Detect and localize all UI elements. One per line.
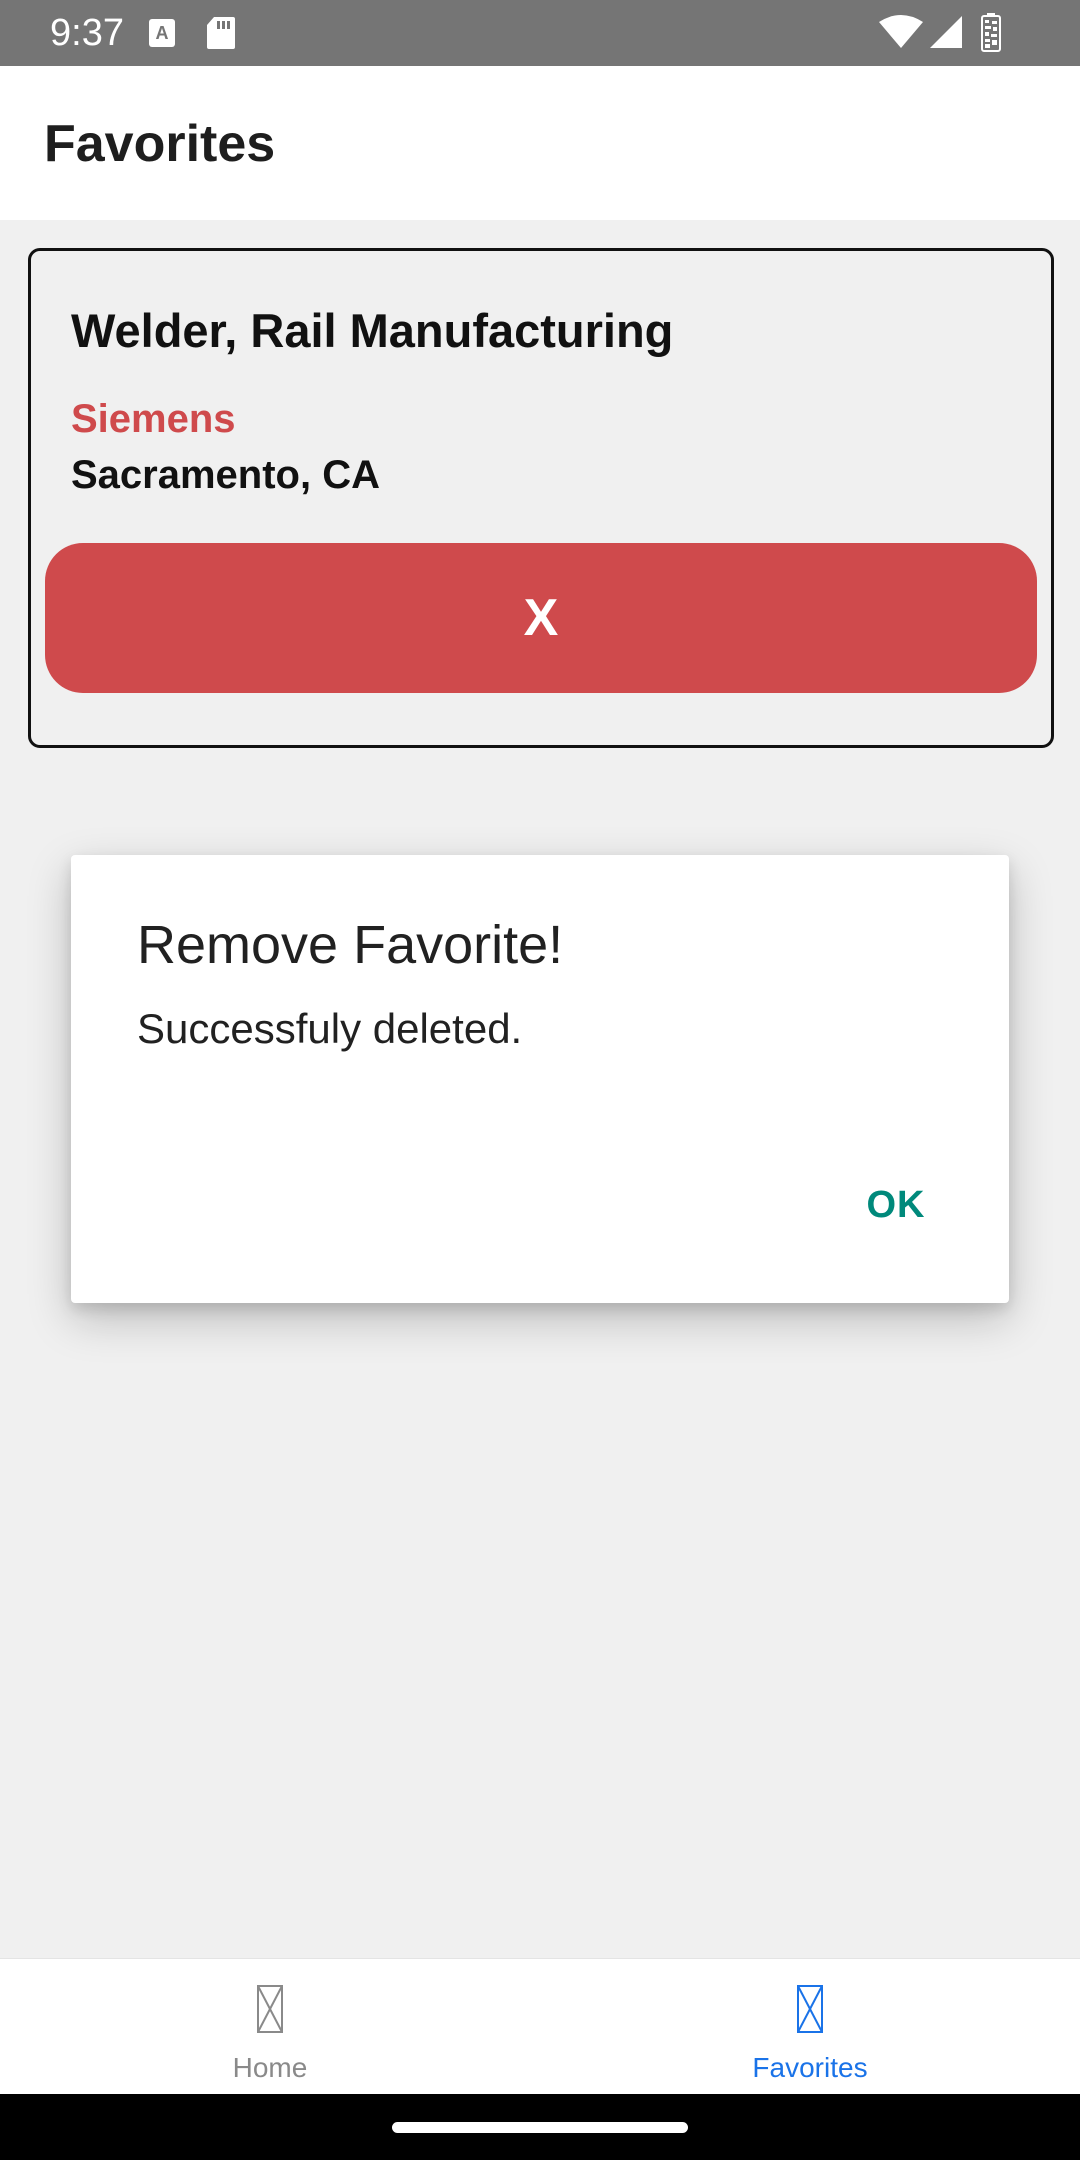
dialog-title: Remove Favorite! [137,915,564,975]
status-time: 9:37 [50,12,124,54]
company-name: Siemens [71,397,236,441]
bottom-navigation: Home Favorites [0,1958,1080,2094]
job-title: Welder, Rail Manufacturing [71,304,674,357]
remove-favorite-button[interactable]: X [45,543,1037,693]
battery-icon [980,12,1002,57]
sd-card-icon [206,16,236,55]
favorites-icon [786,1983,834,2035]
page-title: Favorites [44,115,276,173]
nav-item-favorites[interactable]: Favorites [540,1959,1080,2095]
system-gesture-bar [0,2094,1080,2160]
home-icon [246,1983,294,2035]
wifi-icon [878,14,924,55]
app-bar: Favorites [0,66,1080,220]
job-location: Sacramento, CA [71,453,380,497]
remove-favorite-dialog: Remove Favorite! Successfuly deleted. OK [71,855,1009,1303]
svg-text:A: A [156,23,169,43]
dialog-ok-button[interactable]: OK [831,1165,961,1245]
favorite-card: Welder, Rail Manufacturing Siemens Sacra… [28,248,1054,748]
status-bar: 9:37 A [0,0,1080,66]
nav-item-home[interactable]: Home [0,1959,540,2095]
nav-label-favorites: Favorites [752,2052,868,2083]
dialog-message: Successfuly deleted. [137,1005,523,1052]
nav-label-home: Home [232,2052,308,2083]
home-gesture-handle[interactable] [392,2122,688,2133]
keyboard-a-icon: A [148,18,176,53]
signal-icon [928,14,964,55]
